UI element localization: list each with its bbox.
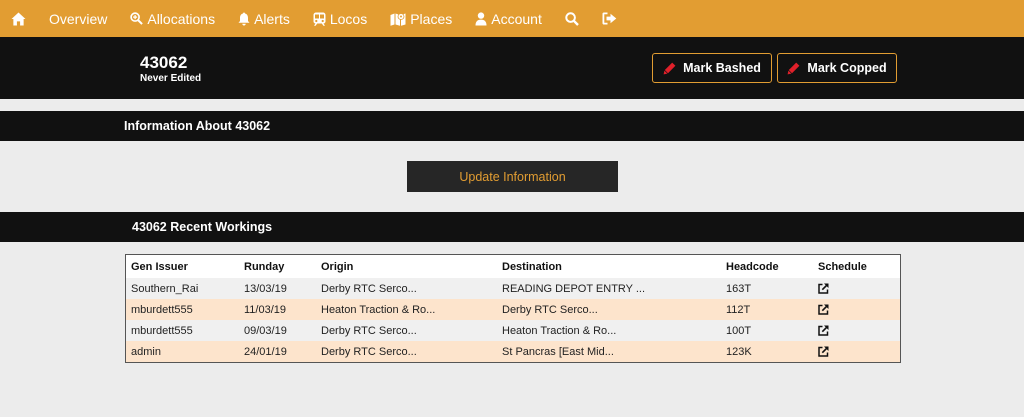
edit-status: Never Edited (140, 73, 202, 84)
origin-cell: Derby RTC Serco... (321, 324, 417, 337)
destination-cell: Heaton Traction & Ro... (502, 324, 617, 337)
headcode-cell: 100T (726, 324, 752, 337)
search-icon (565, 11, 579, 26)
nav-overview[interactable]: Overview (49, 0, 107, 37)
home-icon (11, 11, 26, 26)
column-header-runday: Runday (244, 260, 285, 273)
runday-cell: 24/01/19 (244, 345, 287, 358)
table-row: Southern_Rai 13/03/19 Derby RTC Serco...… (126, 278, 900, 299)
headcode-cell: 163T (726, 282, 752, 295)
mark-bashed-button[interactable]: Mark Bashed (652, 53, 772, 83)
recent-workings-title: 43062 Recent Workings (132, 220, 273, 234)
mark-copped-button[interactable]: Mark Copped (777, 53, 897, 83)
loco-header: 43062 Never Edited Mark Bashed Mark Copp… (0, 37, 1024, 99)
info-section-header: Information About 43062 (0, 111, 1024, 141)
external-link-icon (818, 304, 829, 315)
gen-issuer-cell: mburdett555 (131, 303, 193, 316)
search-plus-icon (130, 12, 144, 25)
schedule-link[interactable] (818, 341, 829, 362)
origin-cell: Derby RTC Serco... (321, 345, 417, 358)
nav-alerts-label: Alerts (254, 10, 290, 27)
headcode-cell: 123K (726, 345, 752, 358)
sign-out-icon (602, 12, 617, 25)
column-header-headcode: Headcode (726, 260, 779, 273)
gen-issuer-cell: admin (131, 345, 161, 358)
runday-cell: 13/03/19 (244, 282, 287, 295)
column-header-origin: Origin (321, 260, 354, 273)
nav-account[interactable]: Account (475, 0, 542, 37)
nav-allocations[interactable]: Allocations (130, 0, 215, 37)
recent-workings-table: Gen Issuer Runday Origin Destination Hea… (125, 254, 901, 363)
loco-id-title: 43062 (140, 53, 188, 72)
nav-home[interactable] (11, 0, 26, 37)
headcode-cell: 112T (726, 303, 751, 316)
nav-logout[interactable] (602, 0, 617, 37)
external-link-icon (818, 283, 829, 294)
column-header-gen-issuer: Gen Issuer (131, 260, 188, 273)
external-link-icon (818, 346, 829, 357)
update-information-label: Update Information (459, 169, 566, 184)
destination-cell: Derby RTC Serco... (502, 303, 598, 316)
schedule-link[interactable] (818, 278, 829, 299)
schedule-link[interactable] (818, 299, 829, 320)
nav-allocations-label: Allocations (147, 10, 216, 27)
nav-search[interactable] (565, 0, 579, 37)
external-link-icon (818, 325, 829, 336)
bell-icon (238, 12, 250, 26)
gen-issuer-cell: mburdett555 (131, 324, 193, 337)
mark-copped-label: Mark Copped (807, 61, 887, 75)
nav-places[interactable]: Places (390, 0, 452, 37)
origin-cell: Derby RTC Serco... (321, 282, 417, 295)
top-navbar: Overview Allocations Alerts Locos Places… (0, 0, 1024, 37)
table-row: mburdett555 11/03/19 Heaton Traction & R… (126, 299, 900, 320)
nav-locos-label: Locos (329, 10, 368, 27)
update-information-button[interactable]: Update Information (407, 161, 618, 192)
nav-alerts[interactable]: Alerts (238, 0, 290, 37)
info-section-title: Information About 43062 (124, 119, 271, 133)
runday-cell: 09/03/19 (244, 324, 287, 337)
column-header-destination: Destination (502, 260, 562, 273)
destination-cell: St Pancras [East Mid... (502, 345, 614, 358)
table-row: mburdett555 09/03/19 Derby RTC Serco... … (126, 320, 900, 341)
column-header-schedule: Schedule (818, 260, 867, 273)
user-icon (475, 11, 487, 25)
nav-locos[interactable]: Locos (313, 0, 367, 37)
marker-icon (788, 62, 800, 74)
marker-icon (663, 62, 676, 74)
schedule-link[interactable] (818, 320, 829, 341)
nav-places-label: Places (410, 10, 453, 27)
runday-cell: 11/03/19 (244, 303, 287, 316)
train-icon (313, 12, 326, 26)
map-icon (390, 12, 406, 26)
mark-bashed-label: Mark Bashed (683, 61, 761, 75)
nav-account-label: Account (491, 10, 542, 27)
table-row: admin 24/01/19 Derby RTC Serco... St Pan… (126, 341, 900, 362)
origin-cell: Heaton Traction & Ro... (321, 303, 436, 316)
destination-cell: READING DEPOT ENTRY ... (502, 282, 646, 295)
nav-overview-label: Overview (49, 10, 108, 27)
table-header-row: Gen Issuer Runday Origin Destination Hea… (126, 255, 900, 278)
gen-issuer-cell: Southern_Rai (131, 282, 199, 295)
recent-workings-header: 43062 Recent Workings (0, 212, 1024, 242)
